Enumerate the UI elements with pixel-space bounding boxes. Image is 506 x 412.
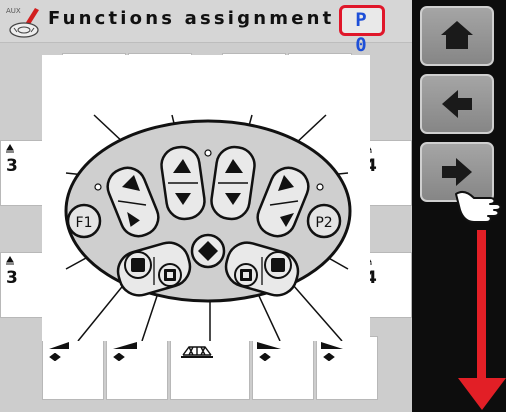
f1-label: F1 (76, 215, 93, 231)
left-boom-fold-icon (113, 342, 137, 361)
bottom-tile-1[interactable] (42, 336, 104, 400)
tile-number: 3 (6, 156, 18, 176)
right-boom-fold-icon (321, 342, 343, 361)
pointing-hand-icon (455, 190, 502, 223)
svg-text:AUX: AUX (6, 7, 21, 15)
bottom-tile-2[interactable] (106, 336, 168, 400)
program-badge[interactable]: P 0 (339, 5, 385, 56)
joystick-diagram: F1 P2 (42, 55, 370, 341)
p2-label: P2 (315, 215, 332, 231)
title-bar: AUX Functions assignment P 0 (0, 0, 412, 56)
centre-button (190, 233, 226, 269)
home-button[interactable] (420, 6, 494, 66)
bottom-tile-3[interactable] (170, 336, 250, 400)
boom-fold-icon (181, 346, 213, 358)
main-area: AUX Functions assignment P 0 3 3 4 4 F1 … (0, 0, 412, 412)
bottom-tile-5[interactable] (316, 336, 378, 400)
bottom-tile-4[interactable] (252, 336, 314, 400)
navigation-sidebar (412, 0, 506, 412)
home-icon (441, 21, 473, 49)
functions-assignment-screen: AUX Functions assignment P 0 3 3 4 4 F1 … (0, 0, 506, 412)
left-boom-fold-icon (49, 342, 69, 361)
back-button[interactable] (420, 74, 494, 134)
arrow-down-icon (458, 230, 506, 410)
aux-joystick-icon: AUX (6, 7, 39, 38)
joystick-grip (64, 119, 352, 303)
page-title: Functions assignment (48, 8, 335, 29)
f1-button: F1 (66, 203, 102, 239)
arrow-left-icon (442, 90, 472, 118)
tile-number: 3 (6, 268, 18, 288)
right-boom-fold-icon (257, 342, 281, 361)
p2-button: P2 (306, 203, 342, 239)
